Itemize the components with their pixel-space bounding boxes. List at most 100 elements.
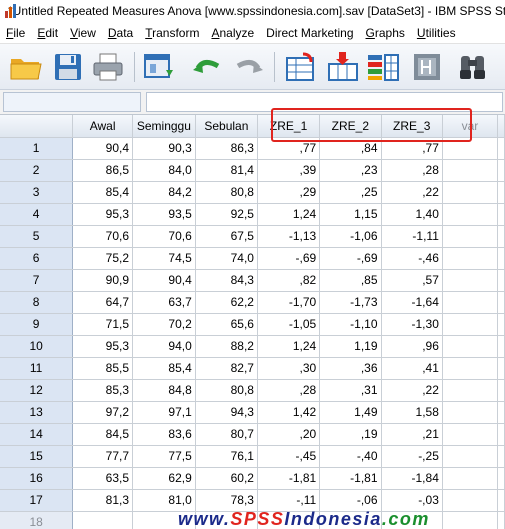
data-cell[interactable]: 90,4 — [72, 137, 134, 160]
data-cell[interactable]: 1,24 — [257, 203, 321, 226]
data-cell[interactable]: 80,7 — [195, 423, 258, 446]
data-cell[interactable]: -1,81 — [319, 467, 382, 490]
data-cell[interactable]: 85,5 — [72, 357, 134, 380]
data-cell[interactable]: 63,7 — [132, 291, 196, 314]
column-header-zre-2[interactable]: ZRE_2 — [319, 115, 382, 138]
data-cell[interactable]: 82,7 — [195, 357, 258, 380]
empty-cell[interactable] — [497, 511, 505, 529]
undo-icon[interactable] — [190, 50, 226, 84]
data-cell[interactable]: 77,7 — [72, 445, 134, 468]
empty-cell[interactable] — [497, 357, 505, 380]
data-cell[interactable]: -,25 — [381, 445, 443, 468]
row-number[interactable]: 1 — [0, 137, 74, 160]
data-cell[interactable]: -,46 — [381, 247, 443, 270]
data-cell[interactable]: 84,5 — [72, 423, 134, 446]
data-cell[interactable]: 64,7 — [72, 291, 134, 314]
data-cell[interactable]: 84,2 — [132, 181, 196, 204]
data-cell[interactable]: -1,11 — [381, 225, 443, 248]
empty-cell[interactable] — [497, 423, 505, 446]
data-cell[interactable]: 81,0 — [132, 489, 196, 512]
column-header-sebulan[interactable]: Sebulan — [195, 115, 258, 138]
empty-cell[interactable] — [442, 489, 499, 512]
menu-view[interactable]: View — [64, 26, 102, 40]
data-cell[interactable]: ,25 — [319, 181, 382, 204]
grid-corner[interactable] — [0, 115, 74, 138]
column-header-seminggu[interactable]: Seminggu — [132, 115, 196, 138]
data-cell[interactable]: ,22 — [381, 379, 443, 402]
data-cell[interactable]: 84,8 — [132, 379, 196, 402]
data-cell[interactable]: 84,3 — [195, 269, 258, 292]
data-cell[interactable]: 81,4 — [195, 159, 258, 182]
data-cell[interactable]: 85,3 — [72, 379, 134, 402]
data-cell[interactable]: 74,0 — [195, 247, 258, 270]
row-number[interactable]: 2 — [0, 159, 74, 182]
data-cell[interactable]: 62,9 — [132, 467, 196, 490]
data-cell[interactable]: 76,1 — [195, 445, 258, 468]
empty-cell[interactable] — [497, 291, 505, 314]
data-cell[interactable]: -1,81 — [257, 467, 321, 490]
data-cell[interactable]: ,29 — [257, 181, 321, 204]
empty-cell[interactable] — [442, 445, 499, 468]
data-cell[interactable]: 93,5 — [132, 203, 196, 226]
empty-cell[interactable] — [442, 225, 499, 248]
data-cell[interactable]: 85,4 — [132, 357, 196, 380]
empty-cell[interactable] — [442, 181, 499, 204]
menu-direct-marketing[interactable]: Direct Marketing — [260, 26, 359, 40]
data-cell[interactable]: 77,5 — [132, 445, 196, 468]
data-cell[interactable]: 97,2 — [72, 401, 134, 424]
data-cell[interactable]: ,36 — [319, 357, 382, 380]
run-descriptives-icon[interactable] — [410, 50, 446, 84]
row-number[interactable]: 6 — [0, 247, 74, 270]
data-cell[interactable]: 70,6 — [72, 225, 134, 248]
row-number[interactable]: 9 — [0, 313, 74, 336]
data-cell[interactable]: -1,30 — [381, 313, 443, 336]
data-cell[interactable]: 74,5 — [132, 247, 196, 270]
row-number[interactable]: 8 — [0, 291, 74, 314]
data-cell[interactable]: -1,73 — [319, 291, 382, 314]
data-cell[interactable]: 81,3 — [72, 489, 134, 512]
data-cell[interactable]: ,57 — [381, 269, 443, 292]
row-number[interactable]: 3 — [0, 181, 74, 204]
column-header-awal[interactable]: Awal — [72, 115, 134, 138]
empty-cell[interactable] — [497, 247, 505, 270]
column-header-empty[interactable] — [497, 115, 505, 138]
empty-cell[interactable] — [442, 313, 499, 336]
data-cell[interactable]: 84,0 — [132, 159, 196, 182]
row-number[interactable]: 15 — [0, 445, 74, 468]
data-cell[interactable]: 67,5 — [195, 225, 258, 248]
data-cell[interactable]: 1,24 — [257, 335, 321, 358]
goto-case-icon[interactable] — [283, 50, 319, 84]
cell-value-field[interactable] — [146, 92, 503, 112]
find-icon[interactable] — [455, 50, 491, 84]
data-cell[interactable]: -,11 — [257, 489, 321, 512]
empty-cell[interactable] — [442, 335, 499, 358]
empty-cell[interactable] — [442, 291, 499, 314]
variables-icon[interactable] — [365, 50, 401, 84]
data-cell[interactable]: 86,3 — [195, 137, 258, 160]
menu-transform[interactable]: Transform — [139, 26, 205, 40]
dialog-recall-icon[interactable] — [141, 50, 177, 84]
row-number[interactable]: 14 — [0, 423, 74, 446]
data-cell[interactable]: -1,13 — [257, 225, 321, 248]
empty-cell[interactable] — [442, 159, 499, 182]
data-cell[interactable]: 1,58 — [381, 401, 443, 424]
data-cell[interactable]: ,85 — [319, 269, 382, 292]
data-cell[interactable]: 88,2 — [195, 335, 258, 358]
data-cell[interactable]: 92,5 — [195, 203, 258, 226]
data-cell[interactable]: 60,2 — [195, 467, 258, 490]
data-cell[interactable]: ,30 — [257, 357, 321, 380]
data-cell[interactable] — [72, 511, 134, 529]
data-cell[interactable]: 80,8 — [195, 379, 258, 402]
data-cell[interactable]: ,84 — [319, 137, 382, 160]
empty-cell[interactable] — [497, 313, 505, 336]
print-icon[interactable] — [90, 50, 126, 84]
data-cell[interactable]: 63,5 — [72, 467, 134, 490]
row-number[interactable]: 11 — [0, 357, 74, 380]
data-cell[interactable]: ,39 — [257, 159, 321, 182]
data-cell[interactable]: 95,3 — [72, 335, 134, 358]
data-cell[interactable]: 90,4 — [132, 269, 196, 292]
data-cell[interactable]: ,28 — [257, 379, 321, 402]
data-cell[interactable]: ,77 — [381, 137, 443, 160]
empty-cell[interactable] — [442, 203, 499, 226]
data-cell[interactable]: -,69 — [257, 247, 321, 270]
